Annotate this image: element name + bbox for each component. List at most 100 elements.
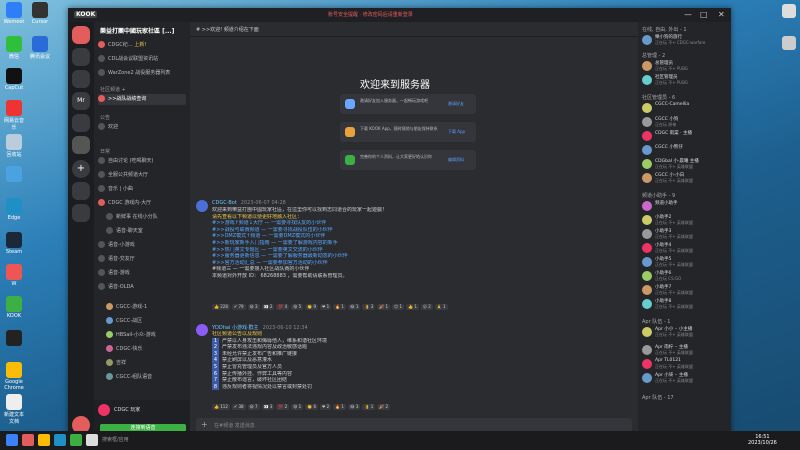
voice-user[interactable]: 吉祥: [106, 358, 186, 369]
welcome-card[interactable]: 邀请好友加入服务器，一起畅玩游戏吧 邀请好友: [340, 94, 476, 114]
pinned-item[interactable]: WarZone2 战役服务器列表: [98, 68, 186, 79]
member-item[interactable]: 小助手2 正在玩 不+ 英雄联盟: [642, 214, 728, 226]
member-item[interactable]: CGCC 小·小白 正在玩 不+ 英雄联盟: [642, 172, 728, 184]
desktop-icon[interactable]: 网易云音乐: [2, 100, 26, 131]
desktop-icon[interactable]: Steam: [2, 232, 26, 255]
desktop-icon[interactable]: CapCut: [2, 68, 26, 91]
desktop-icon[interactable]: 腾讯会议: [28, 36, 52, 60]
member-item[interactable]: 小助手5 正在玩 不+ 英雄联盟: [642, 256, 728, 268]
channel-item[interactable]: 欢迎: [98, 122, 186, 133]
channel-item[interactable]: 语音-游戏: [98, 268, 186, 279]
chrome-icon[interactable]: [38, 434, 50, 446]
reaction-chip[interactable]: ✔ 38: [231, 404, 246, 410]
member-item[interactable]: CDGC 雨棠 · 主播: [642, 130, 728, 142]
app-icon[interactable]: [782, 4, 796, 18]
member-item[interactable]: 樂小狗的旅行 正在玩 不+ CDGC-warfare: [642, 34, 728, 46]
app-icon[interactable]: [22, 434, 34, 446]
start-icon[interactable]: [6, 434, 18, 446]
member-item[interactable]: 社区管理员 正在玩 不+ PUBG: [642, 74, 728, 86]
pinned-item[interactable]: CDGC纪… 上新!: [98, 40, 186, 51]
reaction-chip[interactable]: 🎉 1: [377, 304, 391, 310]
avatar[interactable]: [98, 404, 110, 416]
reaction-chip[interactable]: 🙏 1: [434, 304, 448, 310]
channel-item[interactable]: 语音-小游戏: [98, 240, 186, 251]
member-item[interactable]: 小助手3 正在玩 不+ 英雄联盟: [642, 228, 728, 240]
desktop-icon[interactable]: KOOK: [2, 296, 26, 319]
pinned-item[interactable]: CDL战会议联盟资讯站: [98, 54, 186, 65]
minimize-button[interactable]: —: [684, 10, 692, 19]
folder-icon[interactable]: [86, 434, 98, 446]
desktop-icon[interactable]: 回收站: [2, 134, 26, 158]
member-item[interactable]: CGCC 小熊仔: [642, 144, 728, 156]
message-input[interactable]: + 在#频道 发送消息: [196, 418, 632, 432]
reaction-chip[interactable]: 🔥 1: [333, 404, 346, 410]
channel-category[interactable]: 公告: [100, 114, 110, 121]
reaction-chip[interactable]: 💯 4: [276, 304, 290, 310]
voice-user[interactable]: CGCC-游戏-1: [106, 302, 186, 313]
maximize-button[interactable]: □: [700, 10, 708, 19]
member-item[interactable]: Apr 雨柠 ·· 主播 正在玩 不+ 英雄联盟: [642, 344, 728, 356]
reaction-chip[interactable]: 😁 5: [291, 304, 304, 310]
reaction-chip[interactable]: 👌 1: [362, 404, 376, 410]
member-item[interactable]: 小助手8 正在玩 不+ 英雄联盟: [642, 298, 728, 310]
reaction-chip[interactable]: 👍 1: [406, 304, 419, 310]
channel-item[interactable]: 语音-聊天室: [106, 226, 186, 237]
clock[interactable]: 16:51 2023/10/26: [748, 434, 777, 446]
edge-icon[interactable]: [54, 434, 66, 446]
welcome-card[interactable]: 下载 KOOK App，随时随地与朋友保持联系 下载 App: [340, 122, 476, 142]
reaction-chip[interactable]: 🔥 1: [333, 304, 346, 310]
voice-user[interactable]: HBSail-小众-游戏: [106, 330, 186, 341]
discover-icon[interactable]: [72, 182, 90, 200]
reaction-chip[interactable]: 😮 2: [420, 304, 433, 310]
desktop-icon[interactable]: W: [2, 264, 26, 287]
member-item[interactable]: 总管理员 正在玩 不+ PUBG: [642, 60, 728, 72]
server-icon[interactable]: [72, 136, 90, 154]
plus-icon[interactable]: +: [201, 420, 208, 429]
reaction-chip[interactable]: 😀 3: [247, 304, 260, 310]
reaction-chip[interactable]: ❤ 1: [320, 304, 332, 310]
channel-item[interactable]: >>战队战绩查询: [98, 94, 186, 105]
channel-category[interactable]: 社区频道 +: [100, 86, 126, 93]
voice-user[interactable]: CDGC-快乐: [106, 344, 186, 355]
member-item[interactable]: Apr 小小 ·· 小主播 正在玩 不+ 英雄联盟: [642, 326, 728, 338]
desktop-icon[interactable]: Cursor: [28, 2, 52, 25]
server-name[interactable]: 樂益打團中國玩家社區 [...]: [100, 26, 186, 35]
reaction-chip[interactable]: 😁 1: [291, 404, 304, 410]
channel-item[interactable]: 音乐 | 小曲: [98, 184, 186, 195]
member-item[interactable]: CDGbal 小·晨曦 主播 正在玩 不+ 英雄联盟: [642, 158, 728, 170]
desktop-icon[interactable]: [2, 330, 26, 347]
desktop-icon[interactable]: 新建文本文档: [2, 394, 26, 425]
desktop-icon[interactable]: [2, 166, 26, 183]
welcome-card[interactable]: 完善你的个人资料，让大家更好地认识你 编辑资料: [340, 150, 476, 170]
reaction-chip[interactable]: 👍 112: [212, 404, 230, 410]
member-item[interactable]: 小助手4 正在玩 不+ 英雄联盟: [642, 242, 728, 254]
channel-item[interactable]: 全服公共频道大厅: [98, 170, 186, 181]
member-item[interactable]: CGCC-Camellia: [642, 102, 728, 114]
app-icon[interactable]: [782, 36, 796, 50]
reaction-chip[interactable]: 👀 2: [261, 304, 275, 310]
server-icon[interactable]: [72, 114, 90, 132]
reaction-chip[interactable]: 👏 9: [305, 304, 318, 310]
kook-icon[interactable]: [70, 434, 82, 446]
download-icon[interactable]: [72, 204, 90, 222]
server-icon[interactable]: [72, 48, 90, 66]
server-icon[interactable]: [72, 70, 90, 88]
reaction-chip[interactable]: 😂 1: [347, 304, 361, 310]
voice-user[interactable]: CGCC-战区: [106, 316, 186, 327]
member-item[interactable]: 小助手7 正在玩 不+ 英雄联盟: [642, 284, 728, 296]
desktop-icon[interactable]: Google Chrome: [2, 362, 26, 391]
member-item[interactable]: 频道小助手: [642, 200, 728, 212]
reaction-chip[interactable]: ❤ 2: [320, 404, 332, 410]
desktop-icon[interactable]: Edge: [2, 198, 26, 221]
channel-item[interactable]: 自由讨论 (吃喝聊天): [98, 156, 186, 167]
channel-category[interactable]: 日常: [100, 148, 110, 155]
reaction-chip[interactable]: 🎉 2: [377, 404, 391, 410]
reaction-chip[interactable]: ✔ 79: [231, 304, 246, 310]
add-server-icon[interactable]: +: [72, 160, 90, 178]
security-notice[interactable]: 账号安全提醒 · 修改密码后请重新登录: [328, 11, 413, 18]
reaction-chip[interactable]: 👌 3: [362, 304, 376, 310]
reaction-chip[interactable]: 👍 228: [212, 304, 230, 310]
avatar[interactable]: [196, 200, 208, 212]
taskbar-search[interactable]: 搜索框/应用: [102, 436, 129, 443]
channel-item[interactable]: 新鲜事 在线小分队: [106, 212, 186, 223]
